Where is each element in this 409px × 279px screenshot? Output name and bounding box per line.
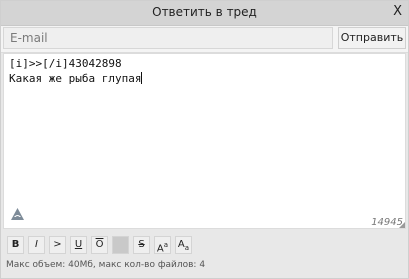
window-titlebar[interactable]: Ответить в тред X	[1, 1, 408, 26]
format-toolbar: B I > U O S Aa Aa	[1, 230, 408, 260]
spoiler-button[interactable]	[112, 236, 129, 254]
send-button[interactable]: Отправить	[338, 27, 406, 49]
strikethrough-button[interactable]: S	[133, 236, 150, 254]
superscript-label: A	[156, 243, 164, 255]
message-line-2-text: Какая же рыба глупая	[9, 72, 142, 85]
superscript-mark: a	[163, 241, 169, 249]
close-button[interactable]: X	[393, 4, 402, 19]
upload-limits: Макс объем: 40Мб, макс кол-во файлов: 4	[6, 260, 206, 270]
email-row: Отправить	[1, 26, 408, 53]
message-line-2: Какая же рыба глупая	[9, 72, 143, 85]
stylized-triangle-logo-icon[interactable]	[10, 207, 25, 222]
subscript-mark: a	[184, 244, 190, 252]
subscript-label: A	[177, 239, 185, 250]
reply-window: Ответить в тред X Отправить [i]>>[/i]430…	[0, 0, 409, 279]
bold-button[interactable]: B	[7, 236, 24, 254]
email-field[interactable]	[3, 27, 333, 49]
char-counter: 14945	[371, 217, 403, 228]
quote-button[interactable]: >	[49, 236, 66, 254]
overline-button[interactable]: O	[91, 236, 108, 254]
italic-button[interactable]: I	[28, 236, 45, 254]
subscript-button[interactable]: Aa	[175, 236, 192, 254]
message-textarea[interactable]: [i]>>[/i]43042898 Какая же рыба глупая 1…	[3, 53, 406, 229]
superscript-button[interactable]: Aa	[154, 236, 171, 254]
underline-button[interactable]: U	[70, 236, 87, 254]
message-line-1: [i]>>[/i]43042898	[9, 57, 122, 70]
window-title: Ответить в тред	[152, 5, 257, 19]
text-caret	[141, 72, 143, 84]
